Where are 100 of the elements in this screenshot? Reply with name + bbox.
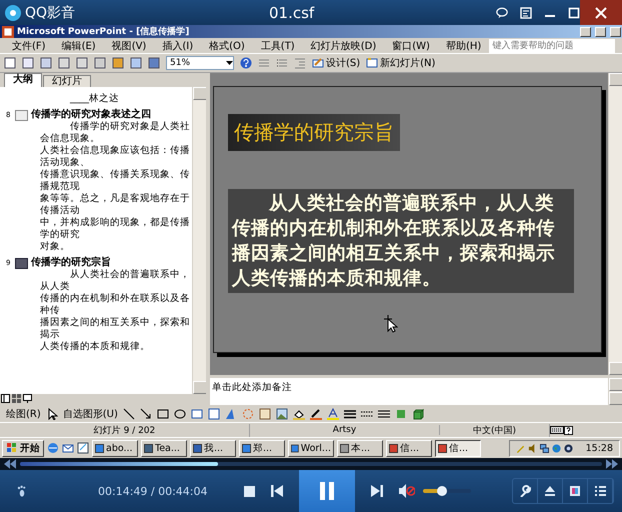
menu-item[interactable]: 视图(V) (104, 38, 154, 52)
outline-text: 人类社会信息现象应该包括：传播活动现象、 (39, 145, 191, 169)
app-title: QQ影音 (25, 4, 76, 22)
taskbar-button[interactable]: Worl... (288, 440, 334, 456)
normal-view-icon[interactable] (1, 394, 10, 403)
footprint-icon[interactable] (16, 485, 28, 497)
volume-slider[interactable] (423, 489, 471, 493)
pause-icon (320, 482, 334, 500)
taskbar-button[interactable]: abo... (92, 440, 138, 456)
maximize-icon[interactable] (568, 6, 580, 18)
sorter-view-icon[interactable] (12, 394, 21, 403)
menu-item[interactable]: 窗口(W) (384, 38, 438, 52)
drawing-menu[interactable]: 自选图形(U) (62, 406, 118, 420)
close-icon (595, 6, 607, 18)
picture-icon[interactable] (276, 408, 288, 420)
previous-icon[interactable] (271, 485, 283, 497)
app-icon (144, 444, 153, 452)
menu-item[interactable]: 文件(F) (4, 38, 54, 52)
playback-time: 00:14:49 / 00:44:04 (98, 484, 209, 498)
scroll-down-button[interactable] (193, 381, 206, 394)
next-icon[interactable] (371, 485, 383, 497)
outline-text: 从人类社会的普遍联系中，从人类 (39, 269, 191, 293)
help-icon[interactable] (564, 426, 573, 434)
slide-thumbnail-icon[interactable] (15, 110, 28, 120)
playlist-icon[interactable] (520, 6, 532, 18)
volume-thumb[interactable] (437, 486, 448, 496)
line-icon[interactable] (122, 408, 135, 420)
menu-item[interactable]: 编辑(E) (54, 38, 104, 52)
wrench-icon (519, 485, 531, 497)
window-title: Microsoft PowerPoint - [信息传播学] (17, 26, 190, 38)
slideshow-icon[interactable] (23, 394, 32, 403)
select-arrow-icon[interactable] (46, 408, 58, 420)
slide-body-text: 从人类社会的普遍联系中，从人类传播的内在机制和外在联系以及各种传播因素之间的相互关系中，探索和揭示人类传播的本质和规律。 (228, 189, 574, 293)
help-search-field[interactable]: 键入需要帮助的问题 (489, 38, 616, 52)
eject-icon (544, 485, 556, 497)
stop-icon[interactable] (244, 486, 255, 496)
app-icon (340, 444, 349, 452)
arrow-style-icon[interactable] (378, 408, 390, 420)
outline-text: 中，并构成影响的现象，都是传播学的研究 (39, 217, 191, 241)
pane-tab[interactable]: 大纲 (4, 73, 42, 87)
scroll-down-button[interactable] (609, 392, 622, 405)
rectangle-icon[interactable] (156, 408, 169, 420)
line-color-icon[interactable] (310, 408, 322, 420)
chat-icon[interactable] (496, 6, 508, 18)
menu-item[interactable]: 格式(O) (201, 38, 253, 52)
numbering-icon[interactable] (276, 57, 288, 69)
pause-button[interactable] (299, 470, 355, 512)
toolbar-button[interactable]: 设计(S) (312, 56, 360, 70)
progress-track[interactable] (20, 462, 602, 466)
taskbar-button[interactable]: 郑... (239, 440, 285, 456)
menu-item[interactable]: 幻灯片放映(D) (302, 38, 384, 52)
scroll-up-button[interactable] (609, 73, 622, 86)
mail-icon[interactable] (62, 442, 74, 454)
outline-slide-title: 传播学的研究宗旨 (31, 257, 111, 269)
drawing-menu[interactable]: 绘图(R) (6, 406, 41, 420)
3d-icon[interactable] (412, 408, 424, 420)
new-slide-icon (366, 57, 378, 69)
muted-speaker-icon[interactable] (399, 484, 415, 498)
slide-thumbnail-icon[interactable] (15, 258, 28, 268)
toolbar-button[interactable]: 新幻灯片(N) (366, 56, 436, 70)
clock-time: 15:28 (586, 442, 613, 454)
menu-item[interactable]: 工具(T) (252, 38, 303, 52)
close-button[interactable] (580, 0, 622, 25)
powerpoint-icon (2, 26, 14, 38)
screen-icon (569, 485, 581, 497)
fill-color-icon[interactable] (292, 408, 305, 420)
speaker-icon[interactable] (528, 444, 537, 452)
oval-icon[interactable] (174, 408, 186, 420)
close-button[interactable] (610, 26, 621, 36)
menu-item[interactable]: 插入(I) (154, 38, 202, 52)
list-icon (594, 485, 606, 497)
pane-tab[interactable]: 幻灯片 (43, 75, 91, 87)
minimize-button[interactable] (580, 26, 591, 36)
taskbar-button[interactable]: 信... (386, 440, 432, 456)
font-color-icon[interactable] (326, 408, 339, 420)
taskbar-button[interactable]: Tea... (141, 440, 187, 456)
help-icon[interactable] (240, 57, 252, 69)
outline-text: 播因素之间的相互关系中，探索和揭示 (39, 317, 191, 341)
taskbar-button[interactable]: 本... (337, 440, 383, 456)
line-style-icon[interactable] (344, 408, 356, 420)
app-icon (438, 444, 447, 452)
zoom-dropdown[interactable]: 51% (166, 56, 234, 70)
scroll-up-button[interactable] (609, 378, 622, 391)
scroll-down-button[interactable] (609, 362, 622, 375)
start-button[interactable]: 开始 (2, 440, 44, 456)
notes-hint: 单击此处添加备注 (211, 381, 293, 395)
menu-item[interactable]: 帮助(H) (438, 38, 490, 52)
browser-icon[interactable] (47, 442, 59, 454)
arrow-icon[interactable] (140, 408, 152, 420)
taskbar-button[interactable]: 信... (435, 440, 481, 456)
outline-text: ____林之达 (68, 93, 120, 105)
restore-button[interactable] (595, 26, 606, 36)
taskbar-button[interactable]: 我... (190, 440, 236, 456)
windows-logo-icon (6, 442, 18, 454)
network-icon[interactable] (540, 444, 549, 452)
scroll-up-button[interactable] (193, 87, 206, 100)
zoom-value: 51% (170, 58, 190, 68)
app-icon (193, 444, 202, 452)
app-icon (291, 444, 299, 452)
file-name: 01.csf (268, 4, 316, 22)
